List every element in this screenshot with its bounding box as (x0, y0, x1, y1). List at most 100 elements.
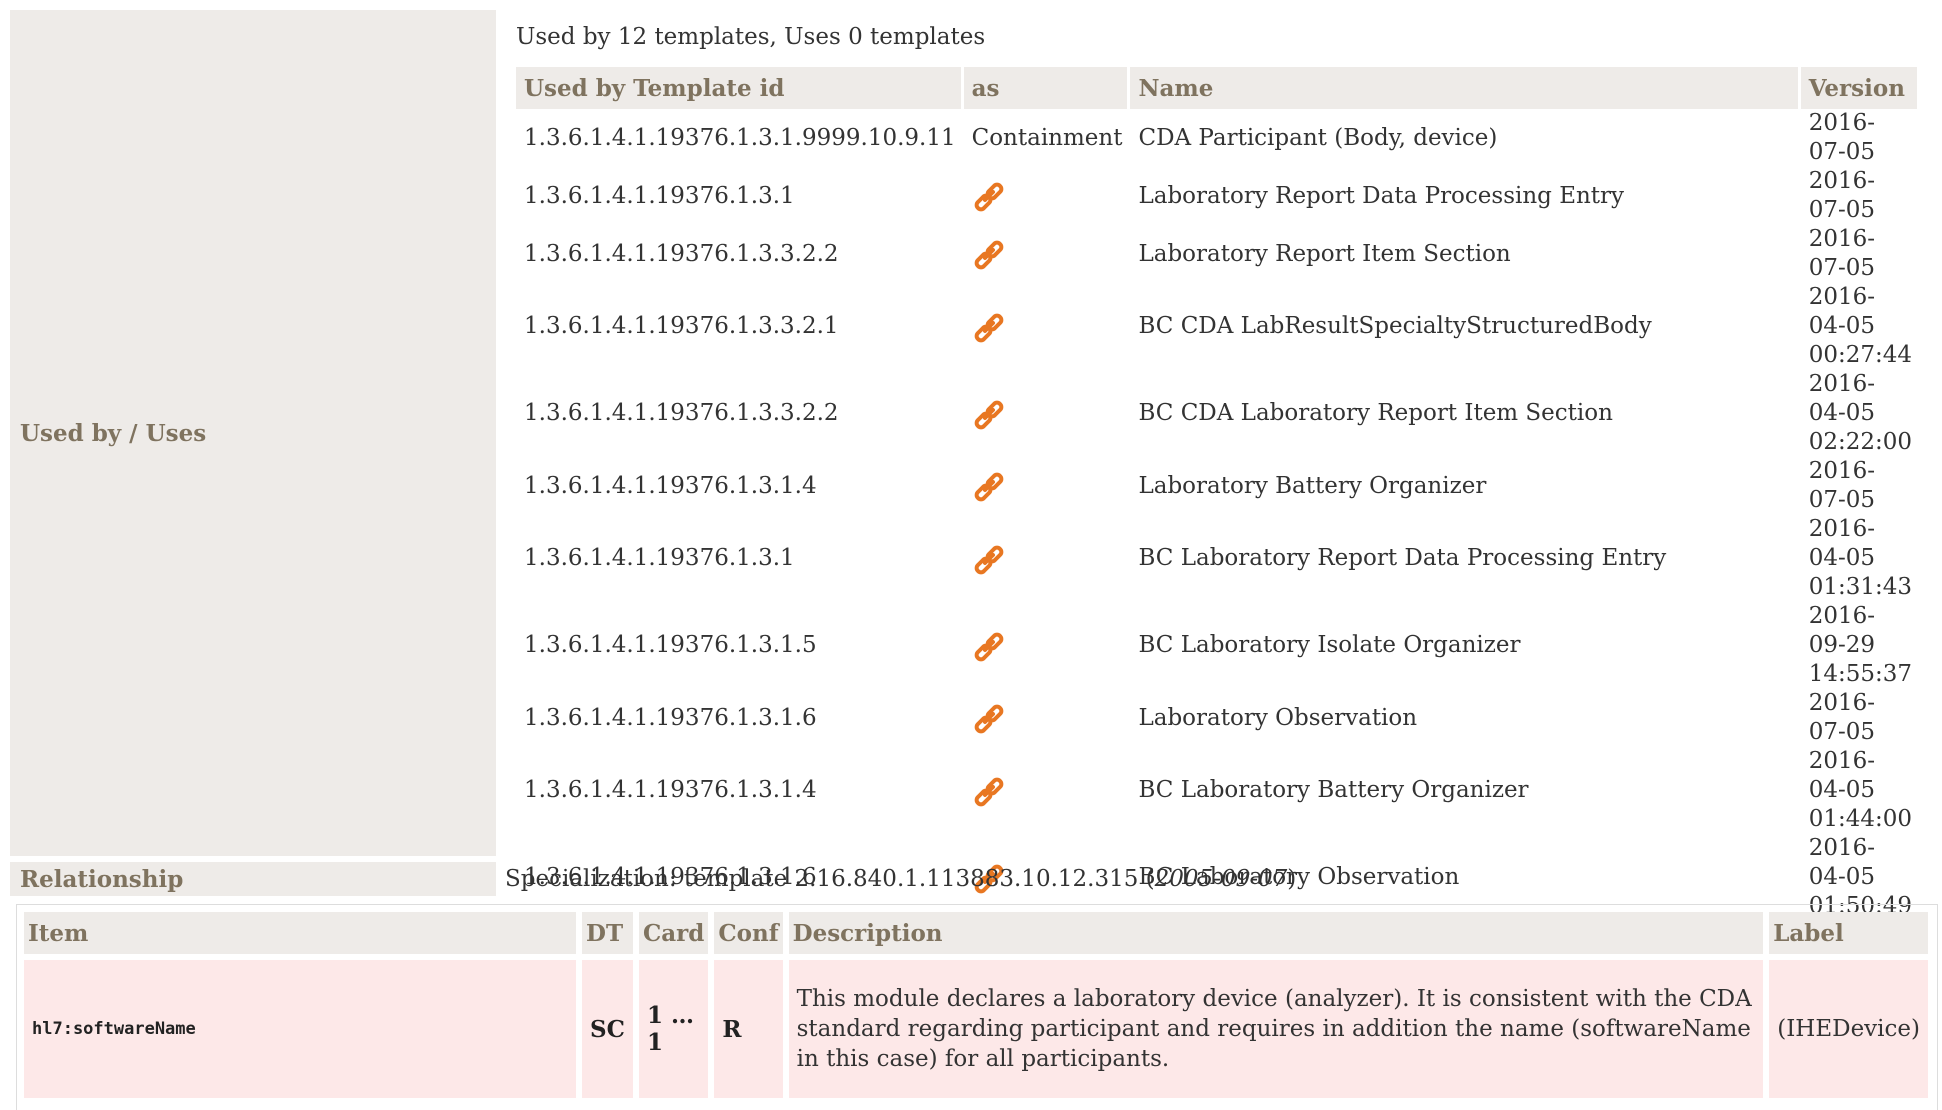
template-version: 2016-07-05 (1801, 457, 1920, 515)
usage-row: 1.3.6.1.4.1.19376.1.3.1 BC Laboratory Rep… (516, 515, 1920, 602)
version-date: 2016-07-05 (1808, 690, 1875, 745)
usage-as: Containment (971, 124, 1123, 151)
template-name[interactable]: BC CDA LabResultSpecialtyStructuredBody (1130, 283, 1800, 370)
template-name[interactable]: Laboratory Battery Organizer (1130, 457, 1800, 515)
col-label: Label (1769, 912, 1928, 954)
col-conf: Conf (714, 912, 789, 954)
template-id[interactable]: 1.3.6.1.4.1.19376.1.3.3.2.2 (516, 225, 964, 283)
usage-as[interactable] (964, 747, 1131, 834)
usage-table: Used by Template id as Name Version 1.3.… (516, 67, 1920, 979)
col-version[interactable]: Version (1800, 67, 1920, 109)
usage-as[interactable] (964, 225, 1131, 283)
usage-row: 1.3.6.1.4.1.19376.1.3.3.2.2 BC CDA Labora… (516, 370, 1920, 457)
template-name[interactable]: BC CDA Laboratory Report Item Section (1130, 370, 1800, 457)
link-icon[interactable] (972, 397, 1006, 431)
template-id[interactable]: 1.3.6.1.4.1.19376.1.3.1.4 (516, 747, 964, 834)
usage-row: 1.3.6.1.4.1.19376.1.3.1.4 BC Laboratory B… (516, 747, 1920, 834)
col-as[interactable]: as (963, 67, 1131, 109)
version-date: 2016-07-05 (1808, 110, 1875, 165)
template-name[interactable]: Laboratory Report Data Processing Entry (1130, 167, 1800, 225)
template-version: 2016-04-05 02:22:00 (1801, 370, 1920, 457)
template-version: 2016-07-05 (1801, 689, 1920, 747)
template-id[interactable]: 1.3.6.1.4.1.19376.1.3.1.5 (516, 602, 964, 689)
usage-summary: Used by 12 templates, Uses 0 templates (516, 24, 986, 50)
link-icon[interactable] (972, 701, 1006, 735)
link-icon[interactable] (972, 310, 1006, 344)
item-card: 1 … 1 (638, 954, 715, 1098)
version-time: 01:31:43 (1808, 574, 1912, 600)
version-time: 14:55:37 (1808, 661, 1912, 687)
template-version: 2016-04-05 01:31:43 (1801, 515, 1920, 602)
link-icon[interactable] (972, 469, 1006, 503)
usage-row: 1.3.6.1.4.1.19376.1.3.1.9999.10.9.11 Cont… (516, 109, 1920, 167)
item-dt: SC (582, 954, 639, 1098)
version-date: 2016-04-05 (1808, 516, 1875, 571)
used-by-label-text: Used by / Uses (20, 420, 207, 447)
link-icon[interactable] (972, 629, 1006, 663)
template-name[interactable]: Laboratory Observation (1130, 689, 1800, 747)
item-name[interactable]: hl7:softwareName (24, 954, 583, 1098)
link-icon[interactable] (972, 237, 1006, 271)
template-id[interactable]: 1.3.6.1.4.1.19376.1.3.1.9999.10.9.11 (516, 109, 964, 167)
template-version: 2016-07-05 (1801, 109, 1920, 167)
version-date: 2016-04-05 (1808, 748, 1875, 803)
item-conf: R (714, 954, 789, 1098)
relationship-label-text: Relationship (20, 866, 184, 893)
template-id[interactable]: 1.3.6.1.4.1.19376.1.3.3.2.2 (516, 370, 964, 457)
usage-row: 1.3.6.1.4.1.19376.1.3.1.5 BC Laboratory I… (516, 602, 1920, 689)
relationship-prefix: Specialization: template 2.16.840.1.1138… (505, 866, 1155, 892)
template-id[interactable]: 1.3.6.1.4.1.19376.1.3.1 (516, 515, 964, 602)
item-row: hl7:softwareName SC 1 … 1 R This module … (24, 954, 1928, 1098)
relationship-date: 2005-09-07 (1154, 866, 1288, 892)
template-version: 2016-09-29 14:55:37 (1801, 602, 1920, 689)
version-time: 02:22:00 (1808, 429, 1912, 455)
usage-row: 1.3.6.1.4.1.19376.1.3.1 Laboratory Report… (516, 167, 1920, 225)
usage-as[interactable] (964, 283, 1131, 370)
col-card: Card (638, 912, 715, 954)
usage-as[interactable] (964, 370, 1131, 457)
usage-row: 1.3.6.1.4.1.19376.1.3.1.6 Laboratory Obse… (516, 689, 1920, 747)
link-icon[interactable] (972, 542, 1006, 576)
relationship-text: Specialization: template 2.16.840.1.1138… (505, 866, 1296, 892)
col-template-id[interactable]: Used by Template id (516, 67, 964, 109)
relationship-suffix: ) (1287, 866, 1297, 892)
template-id[interactable]: 1.3.6.1.4.1.19376.1.3.1 (516, 167, 964, 225)
template-name[interactable]: BC Laboratory Isolate Organizer (1130, 602, 1800, 689)
version-date: 2016-07-05 (1808, 168, 1875, 223)
link-icon[interactable] (972, 179, 1006, 213)
col-item: Item (24, 912, 583, 954)
usage-as[interactable] (964, 689, 1131, 747)
template-version: 2016-07-05 (1801, 167, 1920, 225)
template-id[interactable]: 1.3.6.1.4.1.19376.1.3.1.6 (516, 689, 964, 747)
usage-as[interactable] (964, 515, 1131, 602)
version-time: 01:44:00 (1808, 806, 1912, 832)
usage-row: 1.3.6.1.4.1.19376.1.3.1.4 Laboratory Batt… (516, 457, 1920, 515)
usage-as[interactable] (964, 457, 1131, 515)
version-date: 2016-04-05 (1808, 835, 1875, 890)
template-id[interactable]: 1.3.6.1.4.1.19376.1.3.1.4 (516, 457, 964, 515)
col-dt: DT (582, 912, 639, 954)
template-version: 2016-04-05 00:27:44 (1801, 283, 1920, 370)
usage-as[interactable] (964, 167, 1131, 225)
template-version: 2016-07-05 (1801, 225, 1920, 283)
item-label: (IHEDevice) (1769, 954, 1928, 1098)
template-version: 2016-04-05 01:44:00 (1801, 747, 1920, 834)
template-name[interactable]: Laboratory Report Item Section (1130, 225, 1800, 283)
template-name[interactable]: BC Laboratory Battery Organizer (1130, 747, 1800, 834)
link-icon[interactable] (972, 774, 1006, 808)
item-table-header: Item DT Card Conf Description Label (24, 912, 1928, 954)
version-date: 2016-04-05 (1808, 371, 1875, 426)
template-name[interactable]: CDA Participant (Body, device) (1130, 109, 1800, 167)
col-name[interactable]: Name (1130, 67, 1801, 109)
usage-row: 1.3.6.1.4.1.19376.1.3.3.2.2 Laboratory Re… (516, 225, 1920, 283)
template-id[interactable]: 1.3.6.1.4.1.19376.1.3.3.2.1 (516, 283, 964, 370)
template-name[interactable]: BC Laboratory Report Data Processing Ent… (1130, 515, 1800, 602)
col-description: Description (788, 912, 1770, 954)
relationship-section-label: Relationship (10, 862, 496, 896)
usage-as[interactable] (964, 602, 1131, 689)
item-table: Item DT Card Conf Description Label hl7:… (24, 912, 1928, 1098)
item-description: This module declares a laboratory device… (788, 954, 1770, 1098)
version-date: 2016-09-29 (1808, 603, 1875, 658)
used-by-section-label: Used by / Uses (10, 10, 496, 856)
version-date: 2016-07-05 (1808, 458, 1875, 513)
